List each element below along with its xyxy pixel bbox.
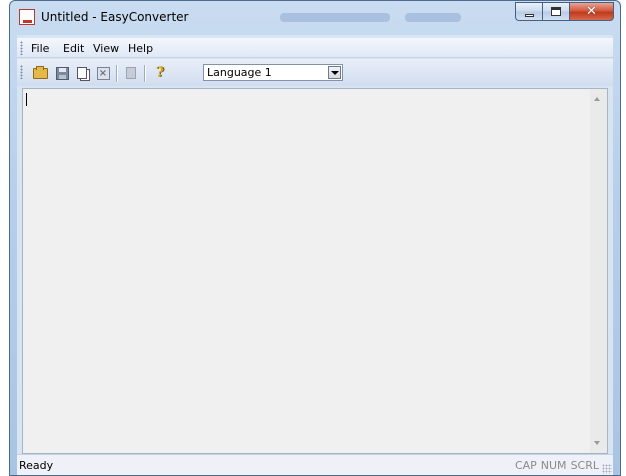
status-bar: Ready CAP NUM SCRL: [17, 454, 613, 475]
help-icon: ?: [155, 65, 165, 81]
paste-button[interactable]: [122, 64, 140, 82]
main-window: Untitled - EasyConverter ✕ File Edit Vie…: [9, 0, 621, 476]
chevron-down-icon[interactable]: [328, 66, 341, 79]
maximize-button[interactable]: [542, 2, 569, 21]
caption-buttons: ✕: [515, 2, 614, 21]
save-button[interactable]: [53, 64, 71, 82]
language-select[interactable]: Language 1: [203, 64, 343, 81]
scroll-down-icon[interactable]: [594, 441, 600, 445]
toolbar-grip[interactable]: [20, 65, 23, 79]
window-title: Untitled - EasyConverter: [41, 10, 189, 24]
paste-icon: [126, 67, 136, 79]
menu-view[interactable]: View: [93, 42, 119, 55]
menu-bar: File Edit View Help: [17, 38, 613, 58]
minimize-button[interactable]: [515, 2, 542, 21]
menu-grip[interactable]: [20, 41, 23, 55]
vertical-scrollbar[interactable]: [590, 89, 607, 453]
toolbar: × ? Language 1: [17, 59, 613, 86]
text-editor[interactable]: [22, 88, 608, 454]
blurred-title-text: [405, 13, 461, 22]
toolbar-separator: [116, 65, 118, 82]
open-button[interactable]: [31, 64, 49, 82]
open-icon: [32, 65, 48, 79]
save-icon: [55, 66, 69, 80]
frame-body: File Edit View Help × ? Language 1 Ready…: [17, 35, 613, 475]
scroll-lock-indicator: SCRL: [570, 459, 599, 472]
status-indicators: CAP NUM SCRL: [515, 459, 599, 472]
status-text: Ready: [19, 459, 54, 472]
blurred-title-text: [280, 13, 390, 22]
copy-button[interactable]: [73, 64, 91, 82]
close-icon: ✕: [586, 4, 597, 19]
menu-edit[interactable]: Edit: [63, 42, 84, 55]
close-button[interactable]: ✕: [569, 2, 614, 21]
help-button[interactable]: ?: [151, 64, 169, 82]
resize-grip[interactable]: [602, 464, 612, 474]
scroll-up-icon[interactable]: [594, 97, 600, 101]
text-caret: [26, 93, 27, 106]
minimize-icon: [525, 14, 534, 17]
app-icon[interactable]: [19, 9, 35, 25]
maximize-icon: [551, 7, 561, 16]
toolbar-separator: [144, 65, 146, 82]
language-value: Language 1: [207, 66, 272, 79]
num-lock-indicator: NUM: [540, 459, 567, 472]
close-document-button[interactable]: ×: [94, 64, 112, 82]
close-document-icon: ×: [96, 66, 110, 80]
copy-icon: [77, 67, 87, 79]
menu-file[interactable]: File: [31, 42, 49, 55]
menu-help[interactable]: Help: [128, 42, 153, 55]
caps-lock-indicator: CAP: [514, 459, 537, 472]
title-bar[interactable]: Untitled - EasyConverter ✕: [10, 1, 620, 35]
